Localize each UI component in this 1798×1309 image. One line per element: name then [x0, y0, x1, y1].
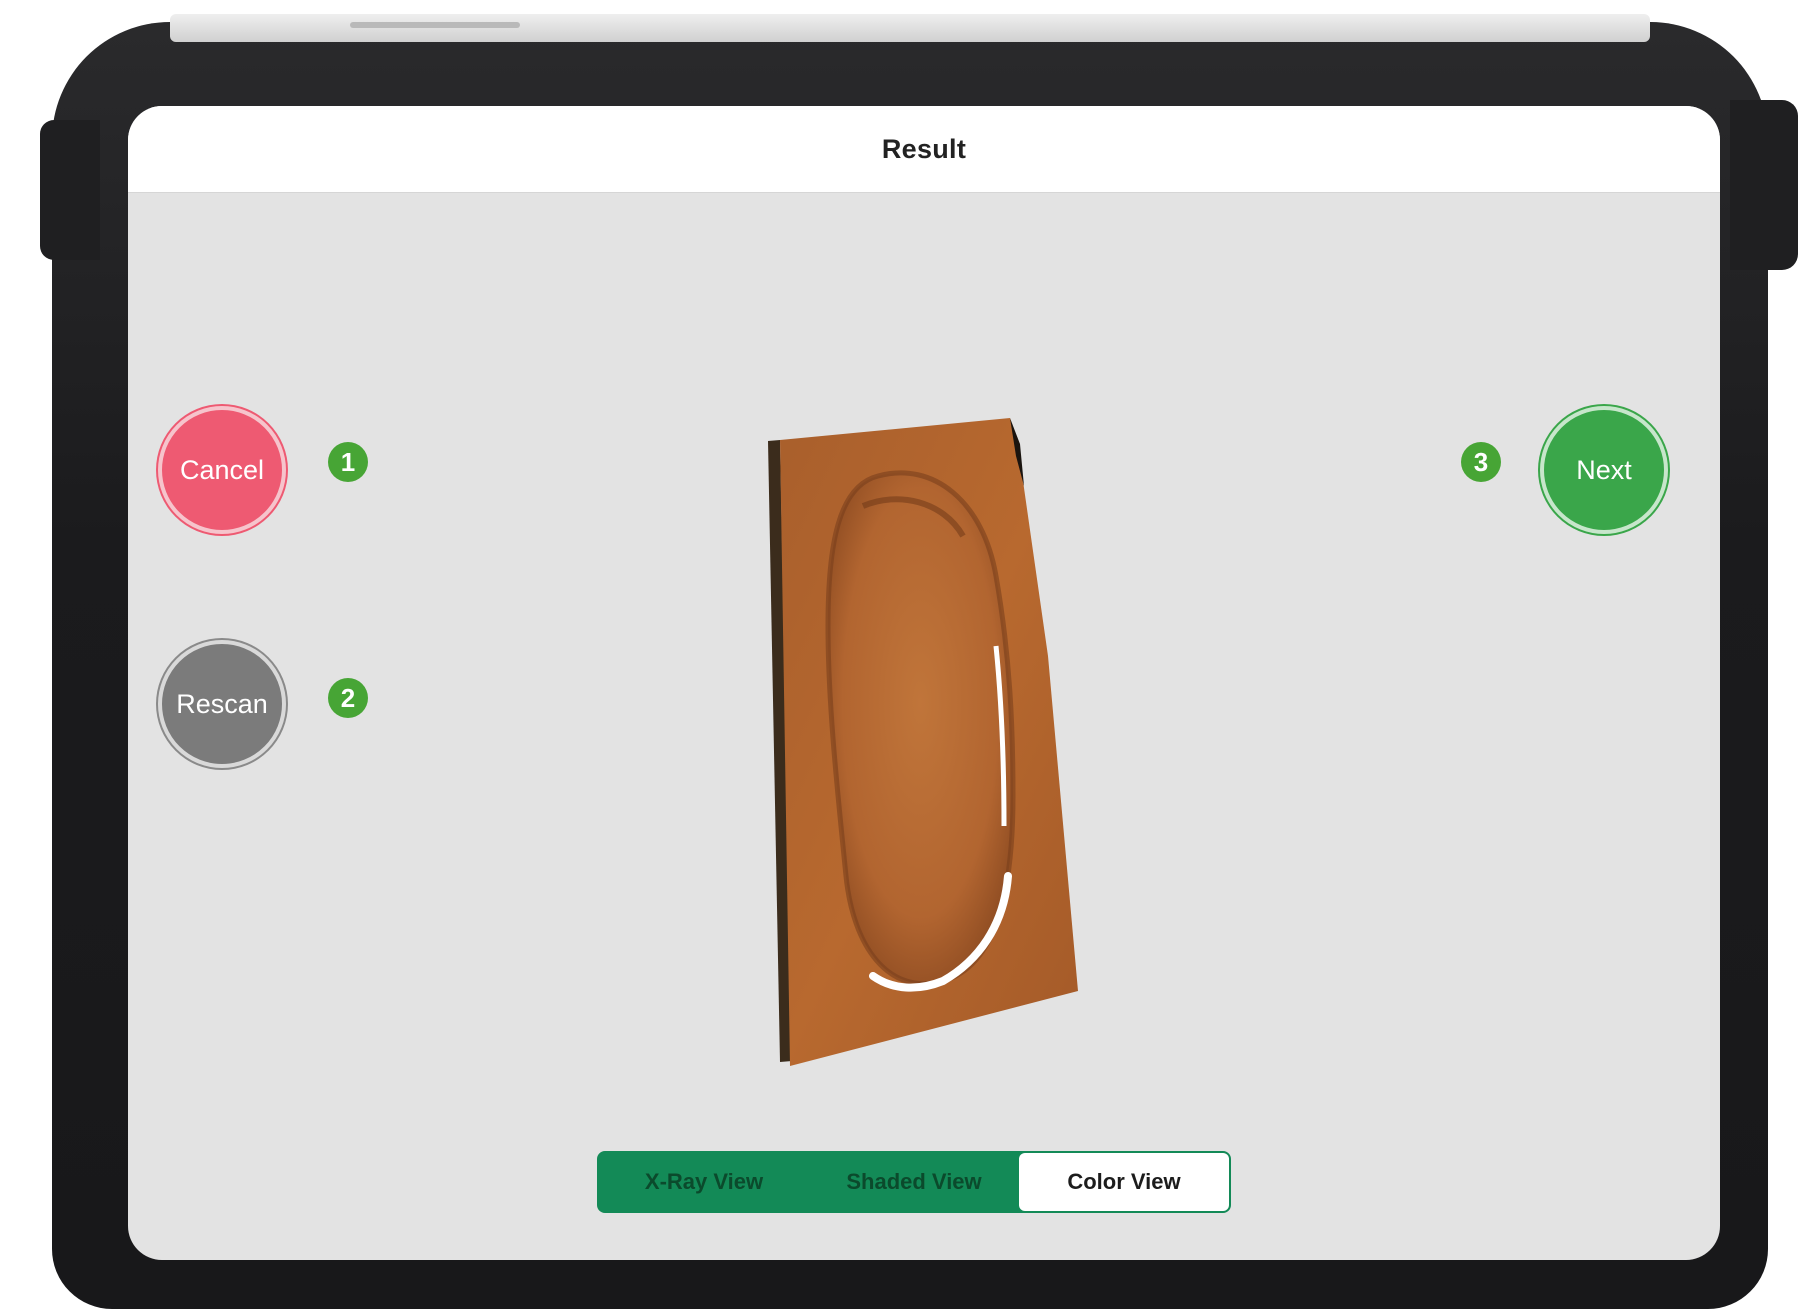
- view-mode-segmented-control: X-Ray View Shaded View Color View: [597, 1151, 1231, 1213]
- segment-x-ray-view[interactable]: X-Ray View: [599, 1153, 809, 1211]
- app-screen: Result Cancel 1 Rescan 2 Next 3 X-Ray Vi…: [128, 106, 1720, 1260]
- cancel-button-label: Cancel: [179, 454, 265, 485]
- tablet-case-left: [40, 120, 100, 260]
- navigation-bar: Result: [128, 106, 1720, 193]
- scan-preview-model[interactable]: [728, 406, 1148, 1086]
- step-badge-1: 1: [328, 442, 368, 482]
- segment-color-view[interactable]: Color View: [1019, 1153, 1229, 1211]
- next-button-label: Next: [1576, 454, 1632, 485]
- tablet-case-right: [1730, 100, 1798, 270]
- tablet-top-edge: [170, 14, 1650, 42]
- cancel-button[interactable]: Cancel: [158, 406, 286, 534]
- step-badge-3: 3: [1461, 442, 1501, 482]
- step-badge-2: 2: [328, 678, 368, 718]
- page-title: Result: [881, 133, 967, 164]
- next-button[interactable]: Next: [1540, 406, 1668, 534]
- rescan-button-label: Rescan: [176, 688, 268, 719]
- rescan-button[interactable]: Rescan: [158, 640, 286, 768]
- segment-shaded-view[interactable]: Shaded View: [809, 1153, 1019, 1211]
